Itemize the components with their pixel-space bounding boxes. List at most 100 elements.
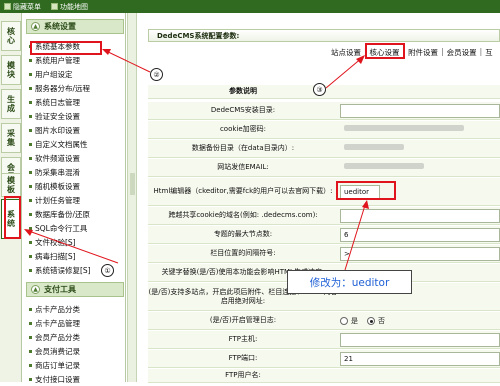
ftp-port-input[interactable]: 21 [340, 352, 500, 366]
menu-item[interactable]: 病毒扫描[S] [29, 250, 76, 263]
menu-item[interactable]: 数据库备份/还原 [29, 208, 90, 221]
collapse-icon: ▲ [31, 285, 40, 294]
menu-item-label: 会员产品分类 [35, 333, 80, 342]
nav-tab-modules[interactable]: 模块 [1, 55, 21, 85]
bullet-icon [29, 378, 32, 381]
menu-item-label: 数据库备份/还原 [35, 210, 91, 219]
bullet-icon [29, 213, 32, 216]
menu-item-label: 图片水印设置 [35, 126, 80, 135]
bullet-icon [29, 115, 32, 118]
menu-item-label: 防采集串混淆 [35, 168, 80, 177]
menu-item-label: 病毒扫描[S] [35, 252, 76, 261]
tab-site-settings[interactable]: 站点设置 [328, 47, 364, 58]
panel-splitter[interactable] [127, 13, 137, 382]
menu-item[interactable]: 验证安全设置 [29, 110, 80, 123]
marker-3: ③ [313, 83, 326, 96]
radio-yes[interactable] [340, 317, 348, 325]
column-header: 参数说明 [229, 87, 257, 95]
radio-yes-label: 是 [351, 317, 358, 325]
menu-item[interactable]: SQL命令行工具 [29, 222, 87, 235]
bullet-icon [29, 227, 32, 230]
radio-no[interactable] [367, 317, 375, 325]
menu-section-payment[interactable]: ▲ 支付工具 [26, 282, 124, 297]
menu-item[interactable]: 会员消费记录 [29, 345, 80, 358]
menu-item[interactable]: 软件频道设置 [29, 152, 80, 165]
nav-tab-templates[interactable]: 模板 [1, 173, 21, 197]
menu-section-label: 支付工具 [44, 285, 76, 294]
menu-section-system[interactable]: ▲ 系统设置 [26, 19, 124, 34]
row-label: FTP端口: [228, 354, 258, 362]
install-dir-input[interactable] [340, 104, 500, 118]
menu-item-label: 随机模板设置 [35, 182, 80, 191]
nav-tab-core[interactable]: 核心 [1, 21, 21, 51]
row-label: FTP用户名: [225, 371, 261, 379]
bullet-icon [29, 171, 32, 174]
table-row: 跨越共享cookie的域名(例如: .dedecms.com): [148, 207, 500, 225]
menu-item[interactable]: 商店订单记录 [29, 359, 80, 372]
tab-member-settings[interactable]: 会员设置 [444, 47, 480, 58]
bullet-icon [29, 364, 32, 367]
menu-item[interactable]: 图片水印设置 [29, 124, 80, 137]
row-label: FTP主机: [228, 335, 258, 343]
page-title: DedeCMS系统配置参数: [148, 29, 500, 42]
menu-item[interactable]: 点卡产品管理 [29, 317, 80, 330]
hide-menu-button[interactable]: 隐藏菜单 [4, 2, 41, 12]
redacted-value [344, 125, 464, 131]
marker-2: ② [150, 68, 163, 81]
ftp-host-input[interactable] [340, 333, 500, 347]
menu-item-label: 计划任务管理 [35, 196, 80, 205]
menu-item-label: 文件校验[S] [35, 238, 76, 247]
bullet-icon [29, 350, 32, 353]
menu-item-label: 服务器分布/远程 [35, 84, 91, 93]
menu-item[interactable]: 自定义文档属性 [29, 138, 88, 151]
bullet-icon [29, 143, 32, 146]
radio-no-label: 否 [378, 317, 385, 325]
redacted-value [344, 144, 404, 150]
menu-item-label: 点卡产品分类 [35, 305, 80, 314]
tab-attachment-settings[interactable]: 附件设置 [405, 47, 441, 58]
table-row: DedeCMS安装目录: [148, 102, 500, 120]
function-map-button[interactable]: 功能地图 [51, 2, 88, 12]
menu-item[interactable]: 支付接口设置 [29, 373, 80, 386]
row-label: 数据备份目录（在data目录内）: [191, 144, 295, 152]
table-row: 栏目位置的间隔符号: > [148, 245, 500, 263]
menu-item[interactable]: 系统错误修复[S] [29, 264, 91, 277]
highlight-basic-params [30, 41, 102, 55]
main-panel: DedeCMS系统配置参数: 站点设置 | 核心设置 | 附件设置 | 会员设置 | 互… [140, 13, 500, 383]
menu-item[interactable]: 系统用户管理 [29, 54, 80, 67]
menu-item[interactable]: 点卡产品分类 [29, 303, 80, 316]
menu-item-label: 系统用户管理 [35, 56, 80, 65]
separator-input[interactable]: > [340, 247, 500, 261]
menu-item-label: 系统错误修复[S] [35, 266, 91, 275]
bullet-icon [29, 269, 32, 272]
hide-menu-icon [4, 3, 11, 10]
menu-item-label: 支付接口设置 [35, 375, 80, 384]
menu-item[interactable]: 服务器分布/远程 [29, 82, 90, 95]
menu-item[interactable]: 随机模板设置 [29, 180, 80, 193]
cookie-domain-input[interactable] [340, 209, 500, 223]
menu-item[interactable]: 防采集串混淆 [29, 166, 80, 179]
table-row: 专题的最大节点数: 6 [148, 226, 500, 244]
nav-tab-collect[interactable]: 采集 [1, 123, 21, 153]
row-label: 专题的最大节点数: [213, 230, 273, 238]
table-row: 数据备份目录（在data目录内）: [148, 140, 500, 158]
splitter-grip[interactable] [130, 173, 135, 195]
menu-item-label: 商店订单记录 [35, 361, 80, 370]
bullet-icon [29, 87, 32, 90]
menu-item[interactable]: 系统日志管理 [29, 96, 80, 109]
menu-item-label: 用户组设定 [35, 70, 73, 79]
menu-item[interactable]: 会员产品分类 [29, 331, 80, 344]
highlight-editor-field [336, 181, 396, 200]
max-nodes-input[interactable]: 6 [340, 228, 500, 242]
row-label: cookie加密码: [219, 125, 267, 133]
settings-tabs: 站点设置 | 核心设置 | 附件设置 | 会员设置 | 互 [328, 47, 496, 58]
row-label: Html编辑器（ckeditor,需要fck的用户可以去官网下载）: [153, 187, 333, 195]
bullet-icon [29, 185, 32, 188]
table-row: 网站发信EMAIL: [148, 159, 500, 177]
tab-more[interactable]: 互 [482, 47, 496, 58]
menu-item[interactable]: 计划任务管理 [29, 194, 80, 207]
menu-item[interactable]: 文件校验[S] [29, 236, 76, 249]
menu-item-label: 软件频道设置 [35, 154, 80, 163]
menu-item[interactable]: 用户组设定 [29, 68, 73, 81]
nav-tab-generate[interactable]: 生成 [1, 89, 21, 119]
